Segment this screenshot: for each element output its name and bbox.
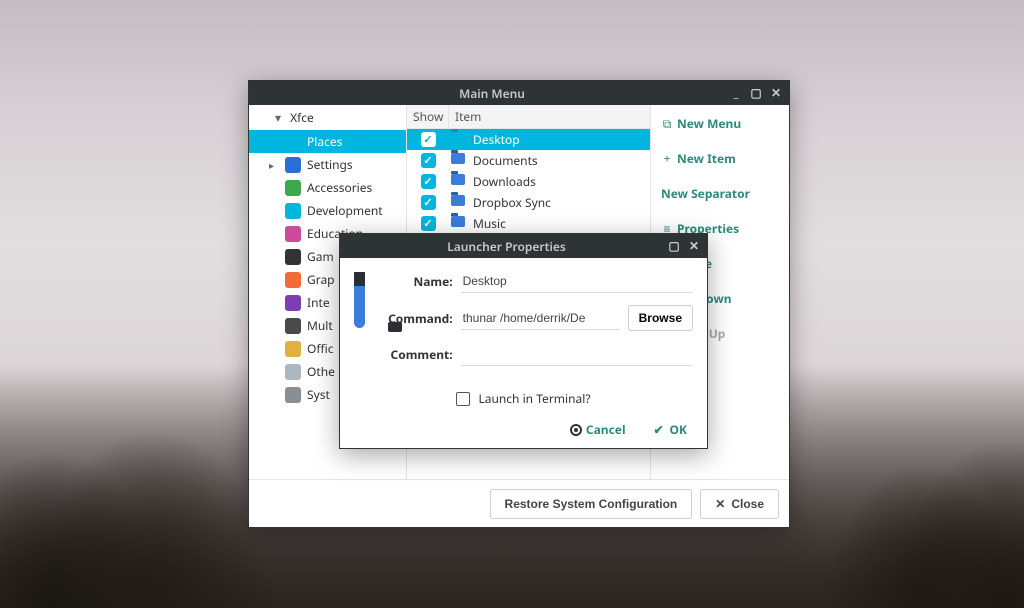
places-icon — [285, 134, 301, 150]
item-row-music[interactable]: ✓ Music — [407, 213, 650, 234]
tree-item-label: Offic — [307, 340, 333, 357]
name-label: Name: — [379, 273, 461, 290]
show-checkbox[interactable]: ✓ — [421, 153, 436, 168]
launch-terminal-checkbox[interactable] — [456, 392, 470, 406]
show-checkbox[interactable]: ✓ — [421, 195, 436, 210]
tree-item-places[interactable]: Places — [249, 130, 406, 153]
check-icon: ✔ — [654, 421, 666, 438]
cancel-dot-icon — [570, 424, 582, 436]
name-input[interactable] — [461, 270, 693, 293]
items-header: Show Item — [407, 105, 650, 129]
accessories-icon — [285, 180, 301, 196]
close-button[interactable]: ✕Close — [700, 489, 779, 519]
main-menu-footer: Restore System Configuration ✕Close — [249, 479, 789, 527]
chevron-down-icon: ▾ — [273, 109, 283, 126]
launcher-icon[interactable] — [354, 272, 365, 328]
item-row-downloads[interactable]: ✓ Downloads — [407, 171, 650, 192]
dialog-title: Launcher Properties — [346, 238, 667, 255]
tree-item-label: Places — [307, 133, 342, 150]
folder-icon — [451, 174, 465, 185]
tree-item-development[interactable]: Development — [249, 199, 406, 222]
minimize-icon[interactable]: _ — [729, 86, 743, 100]
new-separator-action[interactable]: New Separator — [657, 183, 783, 204]
games-icon — [285, 249, 301, 265]
item-row-dropbox[interactable]: ✓ Dropbox Sync — [407, 192, 650, 213]
maximize-icon[interactable]: ▢ — [749, 86, 763, 100]
development-icon — [285, 203, 301, 219]
browse-button[interactable]: Browse — [628, 305, 693, 331]
item-label: Dropbox Sync — [473, 194, 551, 211]
comment-input[interactable] — [461, 343, 693, 366]
education-icon — [285, 226, 301, 242]
tree-item-label: Grap — [307, 271, 335, 288]
folder-icon — [451, 195, 465, 206]
plus-box-icon: ⧉ — [661, 115, 673, 132]
show-checkbox[interactable]: ✓ — [421, 174, 436, 189]
tree-item-label: Othe — [307, 363, 335, 380]
tree-root[interactable]: ▾ Xfce — [249, 105, 406, 130]
settings-icon — [285, 157, 301, 173]
cancel-button[interactable]: Cancel — [570, 421, 626, 438]
item-label: Documents — [473, 152, 538, 169]
folder-icon — [451, 216, 465, 227]
tree-item-label: Mult — [307, 317, 333, 334]
folder-icon — [451, 153, 465, 164]
plus-icon: + — [661, 150, 673, 167]
main-menu-title: Main Menu — [255, 85, 729, 102]
graphics-icon — [285, 272, 301, 288]
item-label: Desktop — [473, 131, 520, 148]
new-item-action[interactable]: +New Item — [657, 148, 783, 169]
item-label: Music — [473, 215, 506, 232]
close-x-icon: ✕ — [715, 497, 725, 511]
multimedia-icon — [285, 318, 301, 334]
main-menu-titlebar[interactable]: Main Menu _ ▢ ✕ — [249, 81, 789, 105]
restore-config-button[interactable]: Restore System Configuration — [490, 489, 693, 519]
tree-item-label: Inte — [307, 294, 330, 311]
office-icon — [285, 341, 301, 357]
tree-item-label: Gam — [307, 248, 334, 265]
system-icon — [285, 387, 301, 403]
tree-item-accessories[interactable]: Accessories — [249, 176, 406, 199]
tree-item-label: Syst — [307, 386, 330, 403]
tree-item-label: Development — [307, 202, 383, 219]
launcher-properties-dialog: Launcher Properties ▢ ✕ Name: Command: B… — [339, 233, 708, 449]
show-checkbox[interactable]: ✓ — [421, 216, 436, 231]
tree-item-label: Settings — [307, 156, 353, 173]
dialog-maximize-icon[interactable]: ▢ — [667, 239, 681, 253]
item-row-desktop[interactable]: ✓ Desktop — [407, 129, 650, 150]
internet-icon — [285, 295, 301, 311]
command-input[interactable] — [461, 307, 620, 330]
launch-terminal-label: Launch in Terminal? — [478, 390, 590, 407]
comment-label: Comment: — [379, 346, 461, 363]
dialog-titlebar[interactable]: Launcher Properties ▢ ✕ — [340, 234, 707, 258]
chevron-right-icon: ▸ — [269, 158, 274, 172]
folder-icon — [451, 132, 465, 143]
ok-button[interactable]: ✔OK — [654, 421, 687, 438]
tree-item-settings[interactable]: ▸ Settings — [249, 153, 406, 176]
close-icon[interactable]: ✕ — [769, 86, 783, 100]
other-icon — [285, 364, 301, 380]
show-checkbox[interactable]: ✓ — [421, 132, 436, 147]
dialog-close-icon[interactable]: ✕ — [687, 239, 701, 253]
new-menu-action[interactable]: ⧉New Menu — [657, 113, 783, 134]
item-label: Downloads — [473, 173, 536, 190]
item-row-documents[interactable]: ✓ Documents — [407, 150, 650, 171]
tree-item-label: Accessories — [307, 179, 372, 196]
